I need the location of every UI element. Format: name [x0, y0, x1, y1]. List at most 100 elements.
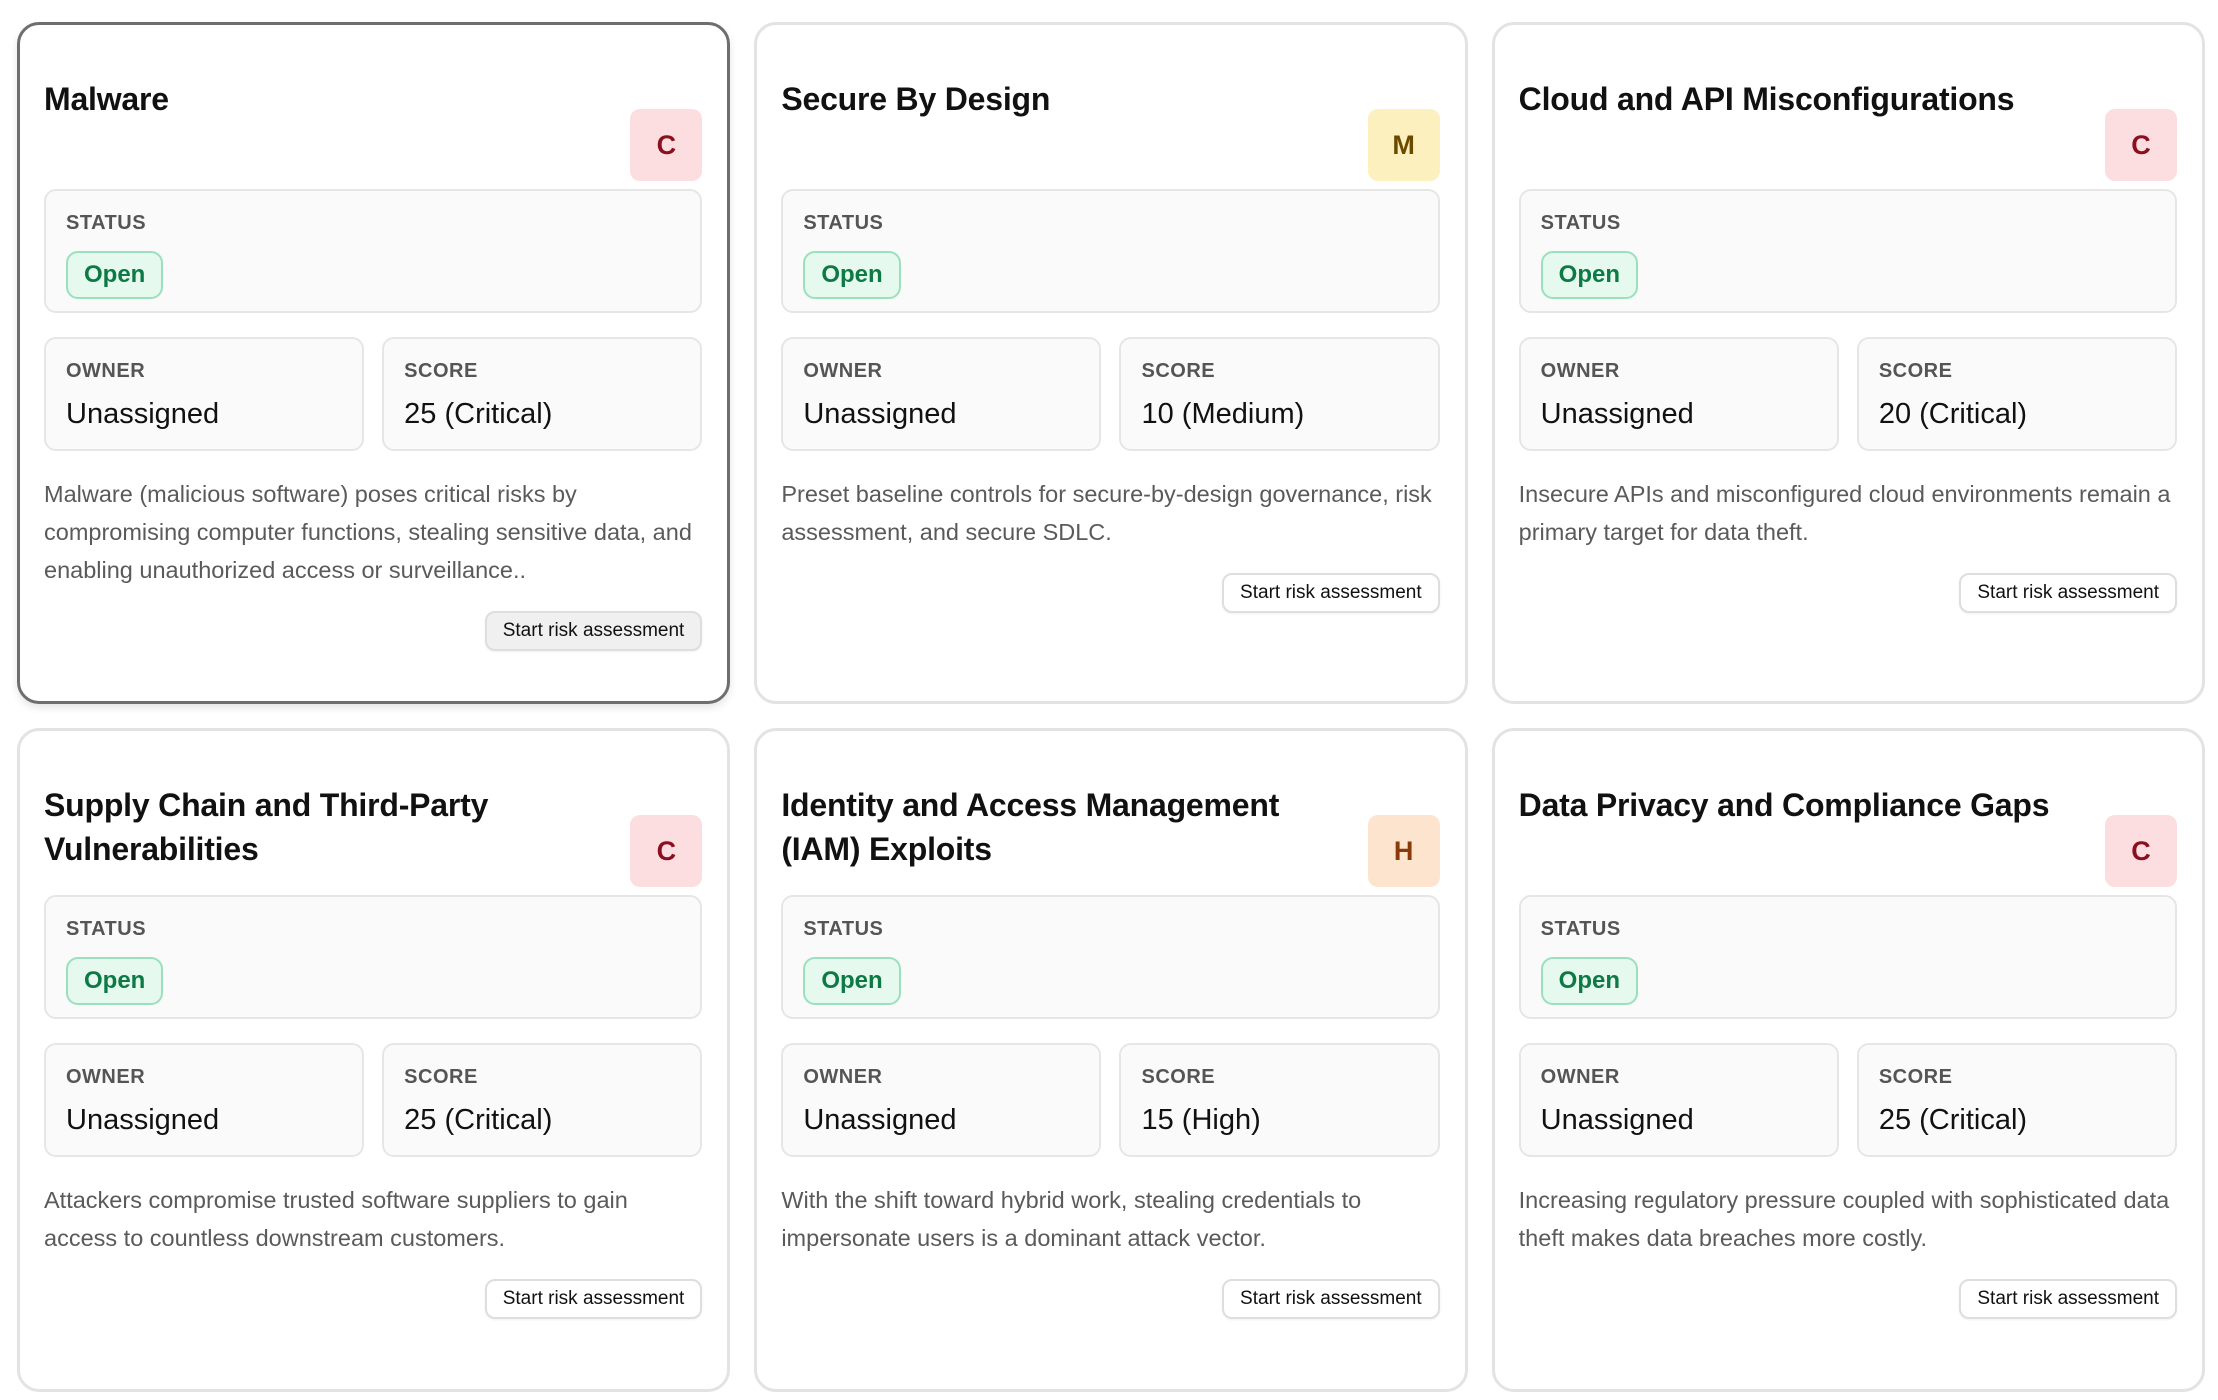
- owner-value: Unassigned: [66, 398, 220, 430]
- owner-label: OWNER: [1540, 1066, 1620, 1088]
- owner-panel: OWNER Unassigned: [1518, 1043, 1839, 1157]
- score-panel: SCORE 10 (Medium): [1119, 337, 1440, 451]
- start-risk-assessment-button[interactable]: Start risk assessment: [1959, 1279, 2177, 1319]
- severity-badge: C: [2104, 109, 2177, 181]
- owner-label: OWNER: [66, 360, 146, 382]
- score-panel: SCORE 25 (Critical): [382, 1043, 703, 1157]
- card-description: Increasing regulatory pressure coupled w…: [1518, 1187, 2170, 1251]
- status-label: STATUS: [803, 918, 884, 940]
- risk-card-secure-by-design[interactable]: Secure By Design M STATUS Open OWNER Una…: [754, 22, 1468, 704]
- card-title: Secure By Design: [781, 81, 1051, 117]
- status-label: STATUS: [1540, 918, 1621, 940]
- owner-value: Unassigned: [803, 398, 957, 430]
- owner-panel: OWNER Unassigned: [1518, 337, 1839, 451]
- score-value: 25 (Critical): [404, 1104, 553, 1136]
- card-title: Data Privacy and Compliance Gaps: [1518, 787, 2050, 823]
- card-description: Preset baseline controls for secure-by-d…: [781, 481, 1432, 545]
- card-header: Secure By Design M: [781, 77, 1440, 181]
- status-badge: Open: [1540, 957, 1638, 1005]
- card-header: Supply Chain and Third-Party Vulnerabili…: [44, 783, 703, 887]
- card-header: Malware C: [44, 77, 703, 181]
- start-risk-assessment-button[interactable]: Start risk assessment: [1222, 1279, 1440, 1319]
- status-badge: Open: [803, 957, 901, 1005]
- risk-card-cloud-api[interactable]: Cloud and API Misconfigurations C STATUS…: [1491, 22, 2205, 704]
- score-label: SCORE: [1141, 1066, 1216, 1088]
- score-value: 15 (High): [1141, 1104, 1261, 1136]
- status-badge: Open: [803, 251, 901, 299]
- score-panel: SCORE 25 (Critical): [382, 337, 703, 451]
- score-label: SCORE: [1878, 1066, 1953, 1088]
- score-value: 25 (Critical): [1878, 1104, 2028, 1136]
- meta-row: OWNER Unassigned SCORE 20 (Critical): [1518, 337, 2177, 451]
- card-description: Malware (malicious software) poses criti…: [44, 481, 692, 583]
- owner-value: Unassigned: [803, 1104, 957, 1136]
- start-risk-assessment-button[interactable]: Start risk assessment: [1222, 573, 1440, 613]
- score-label: SCORE: [1141, 360, 1216, 382]
- status-label: STATUS: [1540, 212, 1621, 234]
- meta-row: OWNER Unassigned SCORE 25 (Critical): [44, 1043, 703, 1157]
- status-panel: STATUS Open: [44, 895, 703, 1019]
- owner-panel: OWNER Unassigned: [781, 337, 1102, 451]
- status-badge: Open: [66, 251, 164, 299]
- owner-value: Unassigned: [66, 1104, 220, 1136]
- owner-label: OWNER: [1540, 360, 1620, 382]
- start-risk-assessment-button[interactable]: Start risk assessment: [484, 611, 703, 651]
- card-header: Identity and Access Management (IAM) Exp…: [781, 783, 1440, 887]
- risk-card-malware[interactable]: Malware C STATUS Open OWNER Unassigned S…: [17, 22, 731, 704]
- status-panel: STATUS Open: [1518, 895, 2177, 1019]
- status-panel: STATUS Open: [781, 189, 1440, 313]
- score-panel: SCORE 15 (High): [1119, 1043, 1440, 1157]
- meta-row: OWNER Unassigned SCORE 25 (Critical): [1518, 1043, 2177, 1157]
- card-actions: Start risk assessment: [44, 611, 703, 651]
- owner-label: OWNER: [66, 1066, 146, 1088]
- meta-row: OWNER Unassigned SCORE 10 (Medium): [781, 337, 1440, 451]
- status-panel: STATUS Open: [781, 895, 1440, 1019]
- card-description: Attackers compromise trusted software su…: [44, 1187, 628, 1251]
- meta-row: OWNER Unassigned SCORE 15 (High): [781, 1043, 1440, 1157]
- status-label: STATUS: [803, 212, 884, 234]
- card-actions: Start risk assessment: [1519, 573, 2177, 613]
- risk-card-iam-exploits[interactable]: Identity and Access Management (IAM) Exp…: [754, 728, 1468, 1392]
- status-panel: STATUS Open: [44, 189, 703, 313]
- owner-label: OWNER: [803, 1066, 883, 1088]
- card-description: Insecure APIs and misconfigured cloud en…: [1518, 481, 2171, 545]
- risk-card-supply-chain[interactable]: Supply Chain and Third-Party Vulnerabili…: [17, 728, 731, 1392]
- card-title: Cloud and API Misconfigurations: [1518, 81, 2015, 117]
- score-label: SCORE: [404, 360, 478, 382]
- card-title: Malware: [44, 81, 169, 117]
- score-label: SCORE: [404, 1066, 478, 1088]
- card-actions: Start risk assessment: [781, 573, 1440, 613]
- score-panel: SCORE 20 (Critical): [1856, 337, 2177, 451]
- score-value: 10 (Medium): [1141, 398, 1305, 430]
- status-badge: Open: [1540, 251, 1638, 299]
- owner-value: Unassigned: [1540, 1104, 1694, 1136]
- severity-badge: C: [630, 109, 703, 181]
- status-badge: Open: [66, 957, 164, 1005]
- card-header: Data Privacy and Compliance Gaps C: [1519, 783, 2177, 887]
- status-label: STATUS: [66, 918, 147, 940]
- start-risk-assessment-button[interactable]: Start risk assessment: [1959, 573, 2177, 613]
- card-description: With the shift toward hybrid work, steal…: [781, 1187, 1362, 1251]
- score-label: SCORE: [1878, 360, 1953, 382]
- severity-badge: C: [630, 815, 703, 887]
- owner-panel: OWNER Unassigned: [44, 337, 365, 451]
- severity-badge: H: [1367, 815, 1440, 887]
- start-risk-assessment-button[interactable]: Start risk assessment: [484, 1279, 703, 1319]
- card-title: Supply Chain and Third-Party Vulnerabili…: [44, 787, 489, 867]
- owner-panel: OWNER Unassigned: [781, 1043, 1102, 1157]
- status-panel: STATUS Open: [1518, 189, 2177, 313]
- card-actions: Start risk assessment: [44, 1279, 703, 1319]
- severity-badge: M: [1367, 109, 1440, 181]
- score-value: 20 (Critical): [1878, 398, 2028, 430]
- meta-row: OWNER Unassigned SCORE 25 (Critical): [44, 337, 703, 451]
- risk-card-grid: Malware C STATUS Open OWNER Unassigned S…: [17, 22, 2205, 1392]
- risk-card-data-privacy[interactable]: Data Privacy and Compliance Gaps C STATU…: [1491, 728, 2205, 1392]
- card-title: Identity and Access Management (IAM) Exp…: [781, 787, 1280, 867]
- card-actions: Start risk assessment: [781, 1279, 1440, 1319]
- severity-badge: C: [2104, 815, 2177, 887]
- owner-panel: OWNER Unassigned: [44, 1043, 365, 1157]
- card-header: Cloud and API Misconfigurations C: [1519, 77, 2177, 181]
- score-panel: SCORE 25 (Critical): [1856, 1043, 2177, 1157]
- status-label: STATUS: [66, 212, 147, 234]
- owner-value: Unassigned: [1540, 398, 1694, 430]
